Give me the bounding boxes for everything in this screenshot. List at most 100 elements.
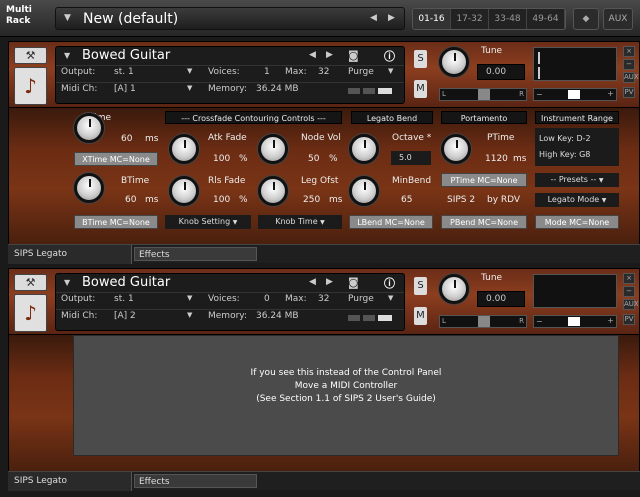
pv-button[interactable]: PV xyxy=(623,87,635,98)
volume-slider[interactable]: − + xyxy=(533,315,617,328)
solo-button[interactable]: S xyxy=(414,50,427,68)
leg-ofst-label: Leg Ofst xyxy=(301,176,339,186)
volume-slider[interactable]: − + xyxy=(533,88,617,101)
chevron-down-icon[interactable]: ▼ xyxy=(388,67,393,75)
leg-ofst-knob[interactable] xyxy=(258,176,288,206)
wrench-icon[interactable]: ⚒ xyxy=(14,274,47,291)
tab-sips-legato[interactable]: SIPS Legato xyxy=(8,245,132,264)
instrument-header: ⚒ ♪ ▼ Bowed Guitar ◀ ▶ ◙ ⓘ Output: st. 1… xyxy=(8,268,640,335)
info-icon[interactable]: ⓘ xyxy=(384,48,395,64)
btime-mc-button[interactable]: BTime MC=None xyxy=(74,215,158,229)
next-arrow-icon[interactable]: ▶ xyxy=(388,13,395,23)
voices-value: 1 xyxy=(264,67,270,77)
tab-17-32[interactable]: 17-32 xyxy=(451,9,489,29)
instrument-name[interactable]: Bowed Guitar xyxy=(82,48,170,63)
purge-button[interactable]: Purge xyxy=(348,294,374,304)
aux-button[interactable]: AUX xyxy=(623,299,639,310)
lbend-mc-button[interactable]: LBend MC=None xyxy=(349,215,433,229)
next-arrow-icon[interactable]: ▶ xyxy=(326,50,333,60)
tab-01-16[interactable]: 01-16 xyxy=(413,9,451,29)
atk-fade-label: Atk Fade xyxy=(208,133,247,143)
chevron-down-icon[interactable]: ▼ xyxy=(64,51,70,60)
tab-33-48[interactable]: 33-48 xyxy=(489,9,527,29)
aux-button[interactable]: AUX xyxy=(623,72,639,83)
pan-slider[interactable]: L R xyxy=(439,88,527,101)
volume-knob[interactable] xyxy=(439,47,469,77)
tab-49-64[interactable]: 49-64 xyxy=(527,9,565,29)
ms-unit: ms xyxy=(145,195,159,205)
prev-arrow-icon[interactable]: ◀ xyxy=(370,13,377,23)
max-value[interactable]: 32 xyxy=(318,294,329,304)
legato-mode-menu[interactable]: Legato Mode ▼ xyxy=(535,193,619,207)
chevron-down-icon[interactable]: ▼ xyxy=(187,84,192,92)
chevron-down-icon[interactable]: ▼ xyxy=(187,311,192,319)
ptime-mc-button[interactable]: PTime MC=None xyxy=(441,173,527,187)
instrument-footer: SIPS Legato Effects xyxy=(8,471,640,491)
instrument-name[interactable]: Bowed Guitar xyxy=(82,275,170,290)
author-credit: by RDV xyxy=(487,195,521,205)
chevron-down-icon[interactable]: ▼ xyxy=(64,13,71,23)
purge-indicator xyxy=(348,88,360,94)
midi-value[interactable]: [A] 2 xyxy=(114,311,136,321)
atk-fade-value: 100 xyxy=(213,154,231,164)
mute-button[interactable]: M xyxy=(414,80,427,98)
octave-knob[interactable] xyxy=(349,134,379,164)
aux-button[interactable]: AUX xyxy=(603,8,633,30)
pct-unit: % xyxy=(329,154,338,164)
prev-arrow-icon[interactable]: ◀ xyxy=(309,277,316,287)
settings-icon[interactable]: ◆ xyxy=(573,8,599,30)
max-value[interactable]: 32 xyxy=(318,67,329,77)
presets-menu[interactable]: -- Presets -- ▼ xyxy=(535,173,619,187)
output-value[interactable]: st. 1 xyxy=(114,67,134,77)
btime-value: 60 xyxy=(125,195,137,205)
knob-time-menu[interactable]: Knob Time ▼ xyxy=(258,215,342,229)
minbend-knob[interactable] xyxy=(349,176,379,206)
node-vol-label: Node Vol xyxy=(301,133,341,143)
pan-slider[interactable]: L R xyxy=(439,315,527,328)
btime-knob[interactable] xyxy=(74,173,104,203)
pv-button[interactable]: PV xyxy=(623,314,635,325)
message-line-3: (See Section 1.1 of SIPS 2 User's Guide) xyxy=(256,394,436,404)
close-icon[interactable]: × xyxy=(623,46,635,57)
multi-title-box[interactable]: ▼ New (default) ◀ ▶ xyxy=(55,7,405,30)
multi-title: New (default) xyxy=(83,11,179,27)
portamento-header: Portamento xyxy=(441,111,527,124)
tab-effects[interactable]: Effects xyxy=(134,247,257,261)
camera-icon[interactable]: ◙ xyxy=(348,276,359,289)
knob-setting-menu[interactable]: Knob Setting ▼ xyxy=(165,215,251,229)
close-icon[interactable]: × xyxy=(623,273,635,284)
solo-button[interactable]: S xyxy=(414,277,427,295)
mute-button[interactable]: M xyxy=(414,307,427,325)
mode-mc-button[interactable]: Mode MC=None xyxy=(535,215,619,229)
tab-sips-legato[interactable]: SIPS Legato xyxy=(8,472,132,491)
ptime-knob[interactable] xyxy=(441,134,471,164)
camera-icon[interactable]: ◙ xyxy=(348,49,359,62)
volume-knob[interactable] xyxy=(439,274,469,304)
chevron-down-icon[interactable]: ▼ xyxy=(187,67,192,75)
minimize-icon[interactable]: − xyxy=(623,59,635,70)
rls-fade-knob[interactable] xyxy=(169,176,199,206)
purge-button[interactable]: Purge xyxy=(348,67,374,77)
tune-value[interactable]: 0.00 xyxy=(477,64,525,80)
atk-fade-knob[interactable] xyxy=(169,134,199,164)
prev-arrow-icon[interactable]: ◀ xyxy=(309,50,316,60)
next-arrow-icon[interactable]: ▶ xyxy=(326,277,333,287)
tab-effects[interactable]: Effects xyxy=(134,474,257,488)
instrument-header: ⚒ ♪ ▼ Bowed Guitar ◀ ▶ ◙ ⓘ Output: st. 1… xyxy=(8,41,640,108)
rack-page-tabs: 01-16 17-32 33-48 49-64 xyxy=(412,8,566,30)
output-value[interactable]: st. 1 xyxy=(114,294,134,304)
max-label: Max: xyxy=(285,67,307,77)
node-vol-knob[interactable] xyxy=(258,134,288,164)
xtime-knob[interactable] xyxy=(74,113,104,143)
tune-value[interactable]: 0.00 xyxy=(477,291,525,307)
info-icon[interactable]: ⓘ xyxy=(384,275,395,291)
xtime-mc-button[interactable]: XTime MC=None xyxy=(74,152,158,166)
wrench-icon[interactable]: ⚒ xyxy=(14,47,47,64)
minimize-icon[interactable]: − xyxy=(623,286,635,297)
midi-value[interactable]: [A] 1 xyxy=(114,84,136,94)
chevron-down-icon[interactable]: ▼ xyxy=(388,294,393,302)
pbend-mc-button[interactable]: PBend MC=None xyxy=(441,215,527,229)
chevron-down-icon[interactable]: ▼ xyxy=(187,294,192,302)
chevron-down-icon[interactable]: ▼ xyxy=(64,278,70,287)
high-key-label: High Key: G8 xyxy=(539,150,591,159)
